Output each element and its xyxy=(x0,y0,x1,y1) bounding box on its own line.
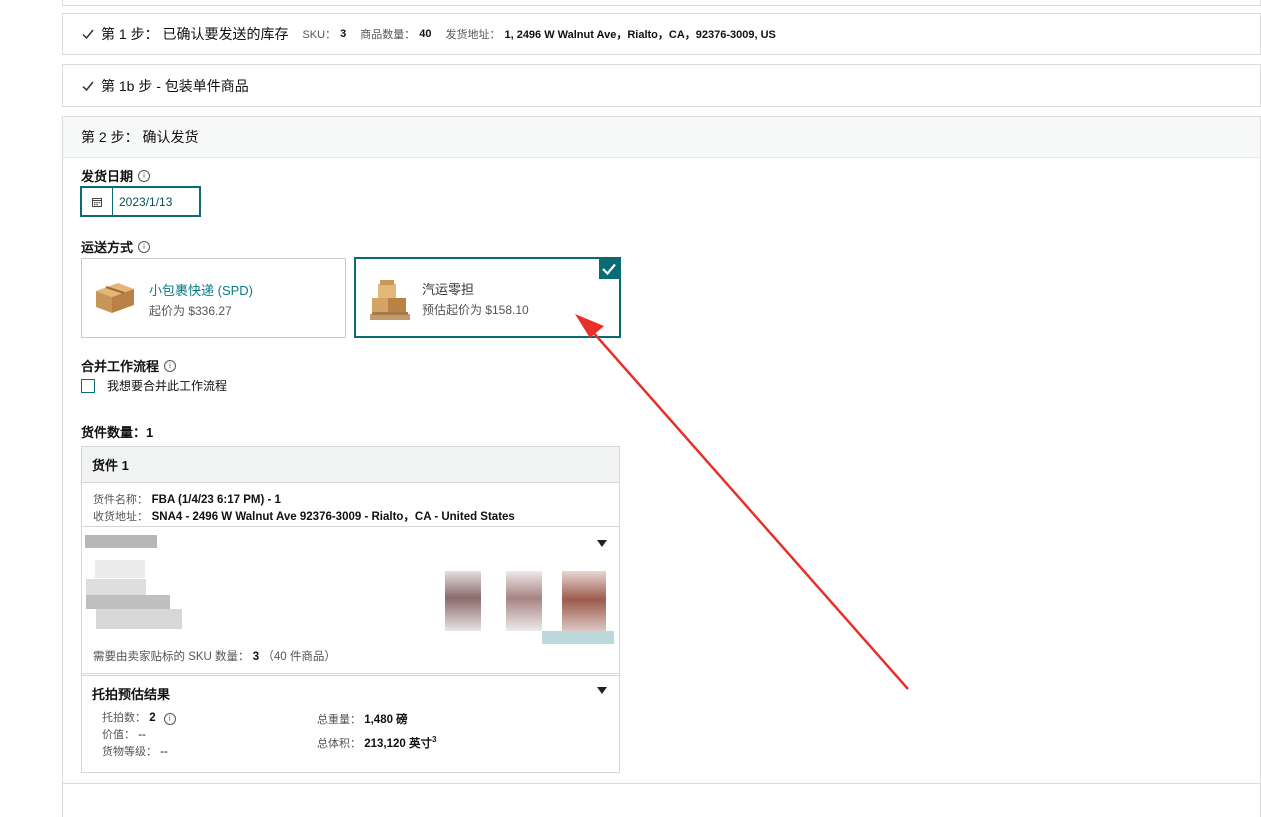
arrow-shaft xyxy=(591,330,909,690)
annotation-arrow xyxy=(575,314,909,690)
arrow-head xyxy=(575,314,604,338)
